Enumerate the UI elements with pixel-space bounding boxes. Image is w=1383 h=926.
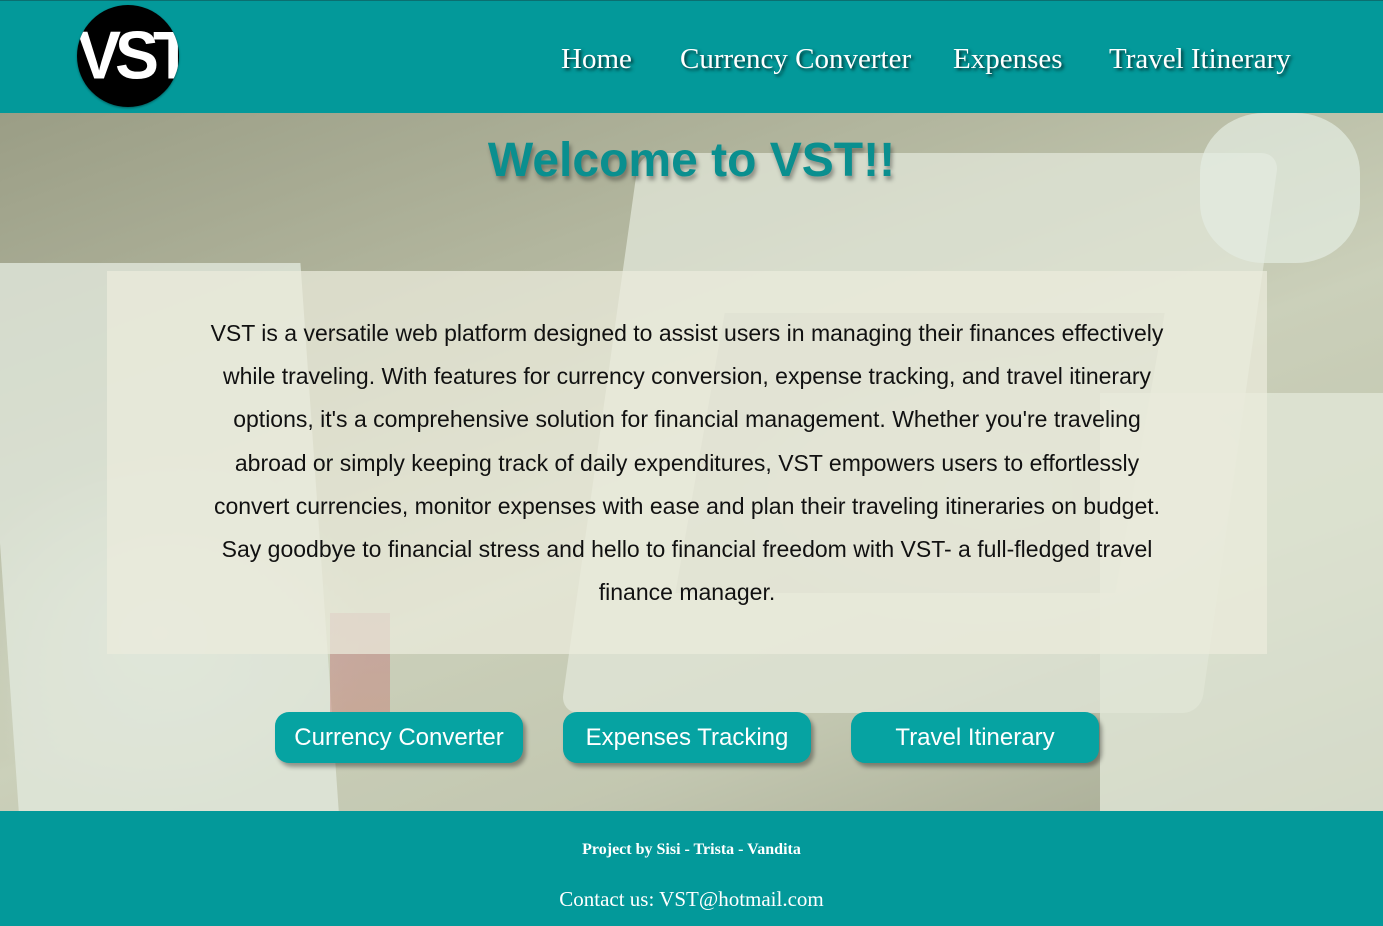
footer-credit: Project by Sisi - Trista - Vandita [582, 841, 801, 858]
nav-travel-itinerary[interactable]: Travel Itinerary [1109, 41, 1291, 77]
vst-logo[interactable]: VST [77, 5, 179, 107]
description-box: VST is a versatile web platform designed… [107, 271, 1267, 654]
description-text: VST is a versatile web platform designed… [210, 320, 1164, 606]
page-title: Welcome to VST!! [487, 134, 896, 187]
site-footer: Project by Sisi - Trista - Vandita Conta… [0, 811, 1383, 926]
footer-contact[interactable]: Contact us: VST@hotmail.com [0, 887, 1383, 912]
hero-section: Welcome to VST!! VST is a versatile web … [0, 113, 1383, 811]
nav-home[interactable]: Home [561, 41, 632, 77]
travel-itinerary-button[interactable]: Travel Itinerary [851, 712, 1099, 763]
expenses-tracking-button[interactable]: Expenses Tracking [563, 712, 811, 763]
nav-currency-converter[interactable]: Currency Converter [680, 41, 911, 77]
logo-text: VST [77, 17, 179, 93]
nav-expenses[interactable]: Expenses [953, 41, 1063, 77]
currency-converter-button[interactable]: Currency Converter [275, 712, 523, 763]
site-header: VST Home Currency Converter Expenses Tra… [0, 0, 1383, 113]
